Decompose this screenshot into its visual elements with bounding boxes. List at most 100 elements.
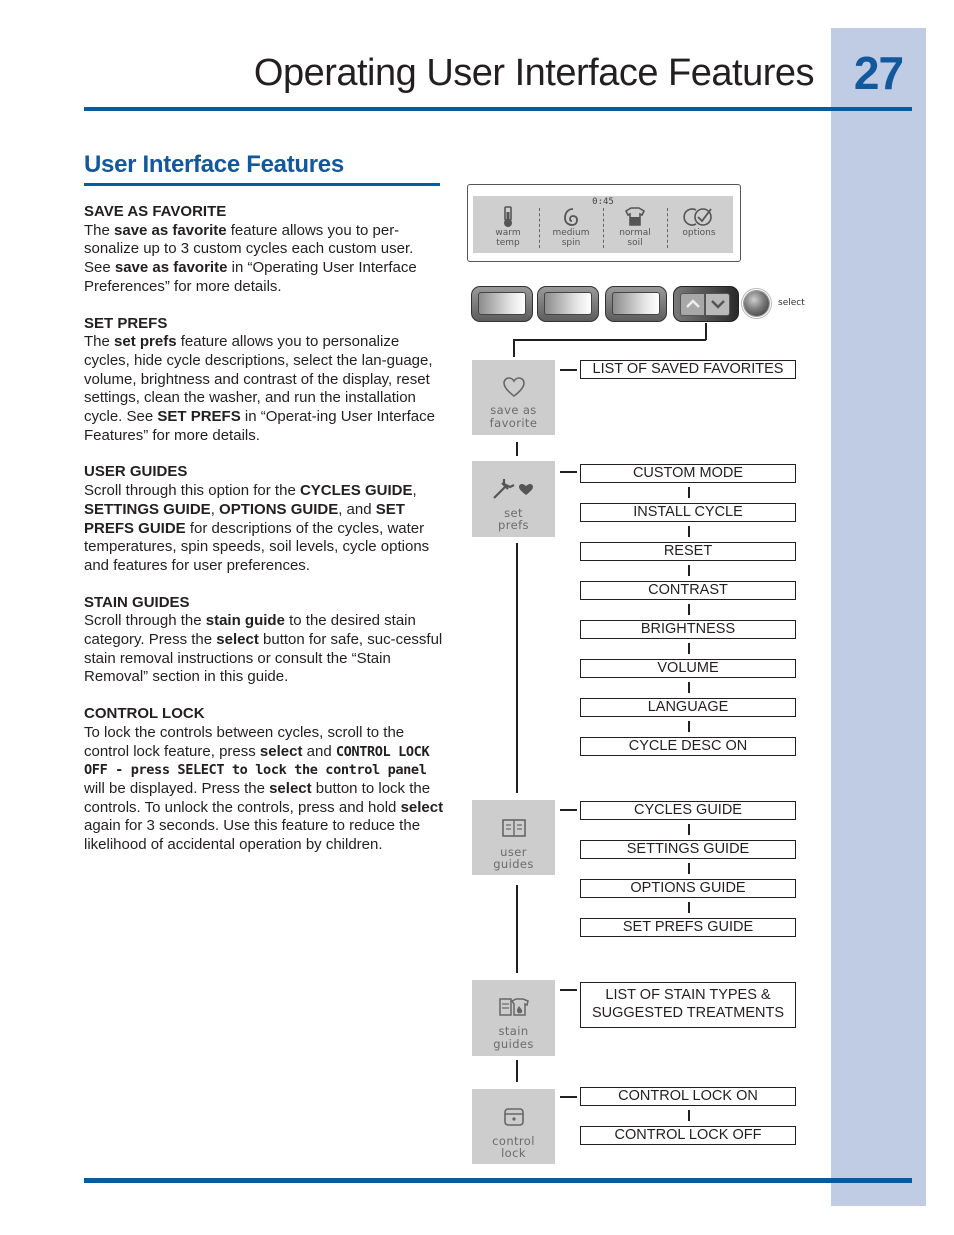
- item-link-line: [688, 721, 690, 732]
- bold-term: save as favorite: [114, 259, 228, 277]
- branch-line: [560, 809, 577, 811]
- menu-item: SETTINGS GUIDE: [580, 840, 796, 859]
- item-link-line: [688, 824, 690, 835]
- block-paragraph: Scroll through this option for the CYCLE…: [84, 482, 430, 574]
- hardware-button-2[interactable]: [537, 286, 599, 322]
- connector-line: [513, 339, 706, 341]
- bold-term: stain guide: [205, 612, 285, 630]
- bold-term: SET PREFS: [157, 408, 241, 426]
- branch-line: [560, 989, 577, 991]
- bold-term: save as favorite: [114, 221, 227, 239]
- menu-item: LIST OF SAVED FAVORITES: [580, 360, 796, 379]
- bold-term: select: [216, 631, 259, 649]
- book-icon: [472, 818, 555, 843]
- text-block-control-lock: CONTROL LOCK To lock the controls betwee…: [84, 705, 444, 855]
- bold-term: select: [259, 742, 303, 760]
- page-sidebar-tab: [831, 28, 926, 1206]
- select-label: select: [778, 298, 805, 308]
- text-block-set-prefs: SET PREFS The set prefs feature allows y…: [84, 315, 444, 446]
- menu-item: SET PREFS GUIDE: [580, 918, 796, 937]
- option-normal-soil: normal soil: [604, 206, 666, 252]
- connector-line: [705, 323, 707, 340]
- branch-line: [560, 369, 577, 371]
- menu-tile-control-lock[interactable]: control lock: [472, 1089, 555, 1164]
- bold-term: select: [269, 779, 312, 797]
- menu-item: LIST OF STAIN TYPES & SUGGESTED TREATMEN…: [580, 982, 796, 1028]
- page-title: Operating User Interface Features: [253, 52, 815, 94]
- heart-icon: [472, 376, 555, 403]
- menu-item: OPTIONS GUIDE: [580, 879, 796, 898]
- branch-line: [560, 1096, 577, 1098]
- shirt-soil-icon: [604, 206, 666, 228]
- bold-term: CYCLES GUIDE: [299, 482, 413, 500]
- menu-tile-stain-guides[interactable]: stain guides: [472, 980, 555, 1056]
- menu-item: CONTRAST: [580, 581, 796, 600]
- menu-item: INSTALL CYCLE: [580, 503, 796, 522]
- body-text-column: SAVE AS FAVORITE The save as favorite fe…: [84, 203, 444, 873]
- bold-term: OPTIONS GUIDE: [219, 500, 339, 518]
- item-link-line: [688, 682, 690, 693]
- display-message: CONTROL LOCK OFF - press SELECT to lock …: [84, 743, 430, 779]
- block-heading: CONTROL LOCK: [84, 705, 205, 723]
- block-heading: SET PREFS: [84, 314, 168, 332]
- lock-icon: [472, 1107, 555, 1132]
- footer-rule: [84, 1178, 912, 1183]
- option-warm-temp: warm temp: [477, 206, 539, 252]
- connector-line: [516, 543, 518, 793]
- menu-item: BRIGHTNESS: [580, 620, 796, 639]
- block-paragraph: The set prefs feature allows you to pers…: [84, 333, 435, 444]
- block-heading: STAIN GUIDES: [84, 593, 190, 611]
- menu-item: CYCLES GUIDE: [580, 801, 796, 820]
- menu-tile-user-guides[interactable]: user guides: [472, 800, 555, 875]
- bold-term: set prefs: [114, 333, 177, 351]
- block-paragraph: Scroll through the stain guide to the de…: [84, 612, 443, 686]
- connector-line: [516, 885, 518, 973]
- block-heading: SAVE AS FAVORITE: [84, 203, 227, 220]
- item-link-line: [688, 643, 690, 654]
- wrench-heart-icon: [472, 473, 555, 506]
- item-link-line: [688, 604, 690, 615]
- bold-term: SETTINGS GUIDE: [84, 500, 211, 518]
- connector-line: [516, 1060, 518, 1082]
- bold-term: select: [400, 798, 444, 816]
- select-button[interactable]: [744, 291, 769, 316]
- connector-line: [513, 339, 515, 357]
- menu-item: CONTROL LOCK ON: [580, 1087, 796, 1106]
- chevron-up-icon[interactable]: [680, 293, 705, 316]
- options-check-icon: [668, 206, 730, 228]
- stain-shirt-icon: [472, 996, 555, 1023]
- scroll-arrows-button[interactable]: [673, 286, 739, 322]
- branch-line: [560, 471, 577, 473]
- option-options: options: [668, 206, 730, 252]
- menu-item: CUSTOM MODE: [580, 464, 796, 483]
- menu-tile-set-prefs[interactable]: set prefs: [472, 461, 555, 537]
- display-screen: 0:45 warm temp medium spin normal soil o…: [473, 196, 733, 253]
- section-rule: [84, 183, 440, 186]
- thermometer-icon: [477, 206, 539, 228]
- hardware-button-3[interactable]: [605, 286, 667, 322]
- hardware-button-1[interactable]: [471, 286, 533, 322]
- menu-tile-save-as-favorite[interactable]: save as favorite: [472, 360, 555, 435]
- connector-line: [516, 442, 518, 456]
- chevron-down-icon[interactable]: [705, 293, 730, 316]
- menu-item: VOLUME: [580, 659, 796, 678]
- block-heading: USER GUIDES: [84, 463, 188, 481]
- header-rule: [84, 107, 912, 111]
- section-title: User Interface Features: [84, 151, 344, 178]
- item-link-line: [688, 863, 690, 874]
- page-number: 27: [853, 47, 904, 99]
- item-link-line: [688, 487, 690, 498]
- menu-item: RESET: [580, 542, 796, 561]
- text-block-user-guides: USER GUIDES Scroll through this option f…: [84, 463, 444, 575]
- item-link-line: [688, 565, 690, 576]
- block-paragraph: To lock the controls between cycles, scr…: [84, 723, 444, 854]
- menu-item: LANGUAGE: [580, 698, 796, 717]
- item-link-line: [688, 526, 690, 537]
- item-link-line: [688, 902, 690, 913]
- spiral-spin-icon: [540, 206, 602, 228]
- text-block-save-as-favorite: SAVE AS FAVORITE The save as favorite fe…: [84, 203, 444, 297]
- menu-item: CONTROL LOCK OFF: [580, 1126, 796, 1145]
- item-link-line: [688, 1110, 690, 1121]
- text-block-stain-guides: STAIN GUIDES Scroll through the stain gu…: [84, 594, 444, 688]
- menu-item: CYCLE DESC ON: [580, 737, 796, 756]
